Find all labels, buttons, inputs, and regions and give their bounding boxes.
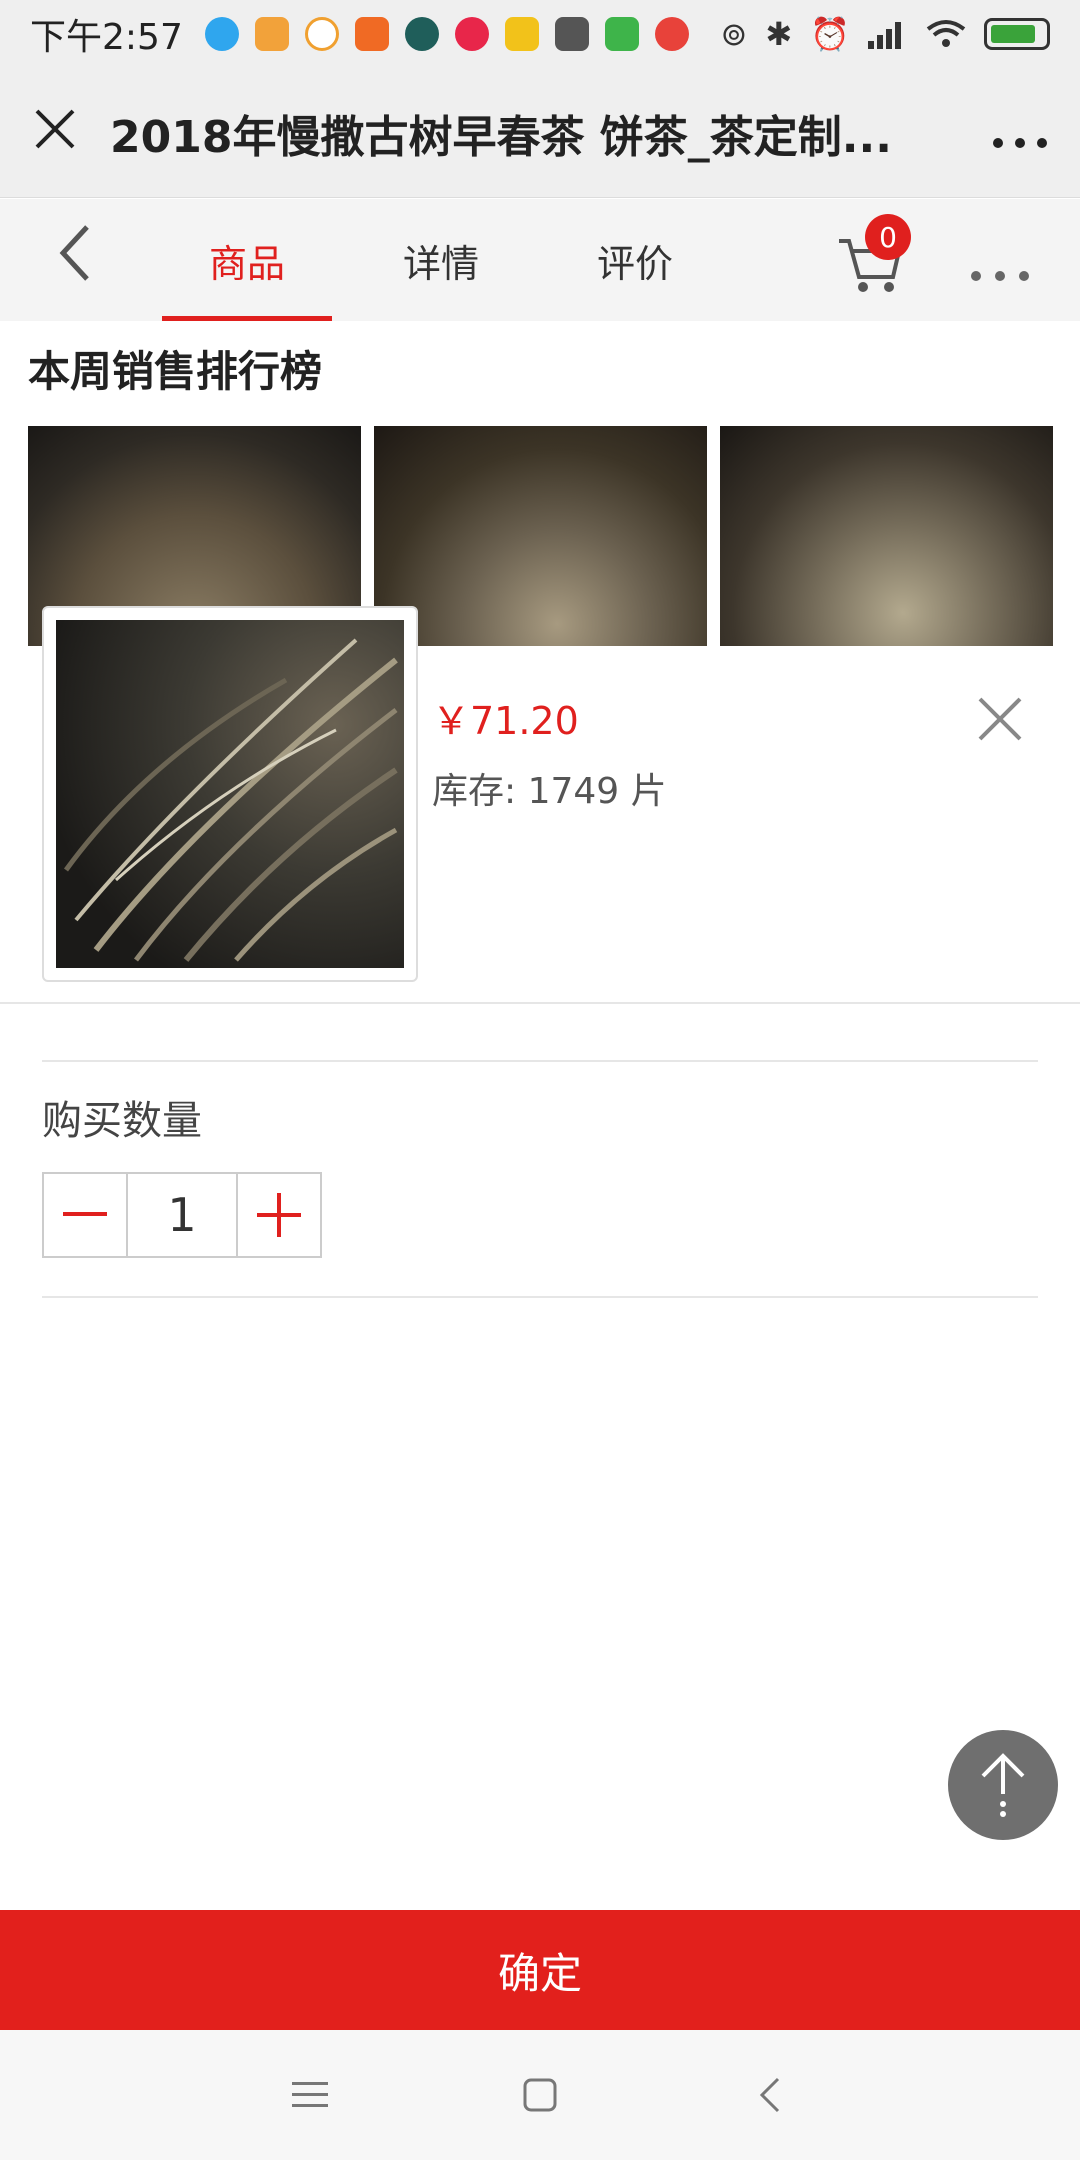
divider <box>0 1002 1080 1004</box>
battery-icon <box>984 18 1050 50</box>
system-back-button[interactable] <box>655 2075 885 2115</box>
panel-close-button[interactable] <box>976 688 1024 758</box>
page-title: 2018年慢撒古树早春茶 饼茶_茶定制... <box>110 111 892 163</box>
close-icon <box>978 697 1022 741</box>
cart-count-badge: 0 <box>865 214 911 260</box>
product-thumbnail <box>42 606 418 982</box>
app-icon-4 <box>354 17 389 51</box>
app-icon-5 <box>404 17 439 51</box>
scroll-to-top-button[interactable] <box>948 1730 1058 1840</box>
decrement-button[interactable] <box>44 1174 126 1256</box>
tab-details[interactable]: 详情 <box>344 199 538 321</box>
menu-button[interactable] <box>195 2080 425 2110</box>
product-tab-nav: 商品 详情 评价 0 <box>0 199 1080 321</box>
bluetooth-icon: ✱ <box>765 15 793 53</box>
product-image <box>56 620 404 968</box>
app-icon-9 <box>604 17 639 51</box>
arrow-up-icon <box>981 1753 1025 1817</box>
link-icon: ⊚ <box>720 15 748 53</box>
app-icon-8 <box>554 17 589 51</box>
confirm-button[interactable]: 确定 <box>0 1910 1080 2030</box>
app-icon-3 <box>304 17 339 51</box>
status-bar: 下午2:57 ⊚ ✱ ⏰ <box>0 0 1080 68</box>
app-icon-2 <box>254 17 289 51</box>
signal-icon <box>868 22 901 49</box>
system-icons: ⊚ ✱ ⏰ <box>721 15 1050 53</box>
home-button[interactable] <box>425 2077 655 2113</box>
chevron-left-icon <box>759 2077 780 2113</box>
quantity-label: 购买数量 <box>42 1098 202 1144</box>
rank-product-image-2[interactable] <box>374 426 707 646</box>
sales-ranking-title: 本周销售排行榜 <box>28 347 323 396</box>
quantity-stepper: 1 <box>42 1172 322 1258</box>
alarm-icon: ⏰ <box>810 15 850 53</box>
app-icon-10 <box>654 17 689 51</box>
more-icon <box>971 271 1029 281</box>
divider <box>42 1060 1038 1062</box>
tab-reviews[interactable]: 评价 <box>538 199 732 321</box>
close-icon <box>35 109 75 149</box>
browser-title-bar: 2018年慢撒古树早春茶 饼茶_茶定制... <box>0 68 1080 198</box>
product-stock: 库存: 1749 片 <box>432 771 667 812</box>
app-icon-1 <box>204 17 239 51</box>
notification-icons <box>204 17 689 51</box>
tabs: 商品 详情 评价 <box>150 199 732 321</box>
minus-icon <box>63 1212 107 1216</box>
rank-product-image-3[interactable] <box>720 426 1053 646</box>
home-icon <box>523 2078 557 2112</box>
product-price: ￥71.20 <box>432 699 579 743</box>
back-button[interactable] <box>0 223 150 298</box>
app-icon-7 <box>504 17 539 51</box>
tab-more-button[interactable] <box>970 239 1030 293</box>
tea-leaves-illustration <box>63 638 398 962</box>
tab-product[interactable]: 商品 <box>150 199 344 321</box>
close-button[interactable] <box>0 101 110 164</box>
menu-icon <box>292 2082 328 2107</box>
app-icon-6 <box>454 17 489 51</box>
system-nav-bar <box>0 2030 1080 2160</box>
more-button[interactable] <box>960 106 1080 160</box>
increment-button[interactable] <box>238 1174 320 1256</box>
more-icon <box>993 137 1047 148</box>
chevron-left-icon <box>59 224 89 281</box>
plus-icon <box>257 1193 301 1237</box>
status-time: 下午2:57 <box>30 17 183 58</box>
divider <box>42 1296 1038 1298</box>
wifi-icon <box>926 20 966 47</box>
quantity-value[interactable]: 1 <box>126 1174 238 1256</box>
